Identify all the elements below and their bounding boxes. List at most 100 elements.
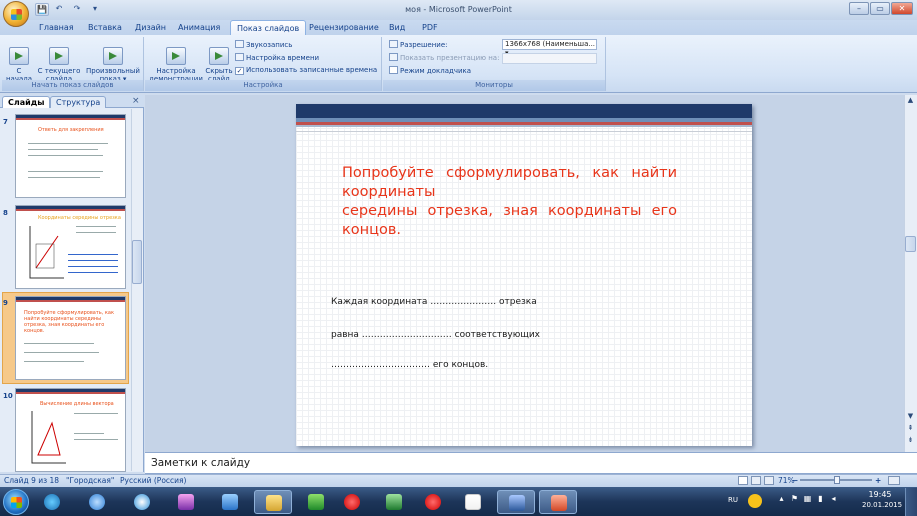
scroll-down-icon[interactable]: ▼ <box>905 411 916 421</box>
clock-date[interactable]: 20.01.2015 <box>862 501 902 509</box>
slide-text-line[interactable]: Каждая координата …………………. отрезка <box>331 297 537 307</box>
tab-review[interactable]: Рецензирование <box>303 20 385 35</box>
tab-slideshow[interactable]: Показ слайдов <box>230 20 307 35</box>
slide-title[interactable]: Попробуйте сформулировать, как найти коо… <box>342 164 677 240</box>
taskbar-app[interactable] <box>33 490 71 514</box>
thumbnail-text <box>28 149 98 150</box>
next-slide-icon[interactable]: ⇟ <box>905 435 916 445</box>
thumbnail-graph <box>29 226 64 279</box>
hide-slide-button[interactable]: Скрыть слайд <box>205 39 233 83</box>
thumbnail-text <box>68 266 118 267</box>
slide-counter: Слайд 9 из 18 <box>4 476 60 485</box>
slide-thumbnail-10[interactable]: Вычисление длины вектора <box>15 388 126 472</box>
pane-close-icon[interactable]: × <box>132 96 140 106</box>
slide-text-line[interactable]: равна ………………………… соответствующих <box>331 330 540 340</box>
sorter-view-icon[interactable] <box>751 476 761 485</box>
network-icon[interactable]: ▦ <box>803 494 812 503</box>
show-on-label: Показать презентацию на: <box>389 53 499 63</box>
slide-thumbnail-9[interactable]: Попробуйте сформулировать, как найти коо… <box>15 296 126 380</box>
from-start-button[interactable]: С начала <box>4 39 34 83</box>
taskbar-app[interactable] <box>297 490 335 514</box>
taskbar-app[interactable] <box>454 490 492 514</box>
thumbnail-title: Вычисление длины вектора <box>40 401 114 407</box>
taskbar-app-powerpoint[interactable] <box>539 490 577 514</box>
thumbnail-number: 8 <box>3 209 8 217</box>
taskbar-app[interactable] <box>375 490 413 514</box>
tab-slides[interactable]: Слайды <box>2 96 51 108</box>
show-desktop-button[interactable] <box>905 488 917 516</box>
maximize-button[interactable]: ▭ <box>870 2 890 15</box>
zoom-in-icon[interactable]: + <box>875 476 881 485</box>
use-timings-checkbox[interactable]: ✓ Использовать записанные времена <box>235 66 377 75</box>
thumbnail-text <box>28 155 103 156</box>
slide-thumbnail-8[interactable]: Координаты середины отрезка <box>15 205 126 289</box>
keyboard-language[interactable]: RU <box>728 496 738 504</box>
taskbar-app[interactable] <box>78 490 116 514</box>
minimize-button[interactable]: – <box>849 2 869 15</box>
tab-view[interactable]: Вид <box>383 20 411 35</box>
slide-canvas[interactable]: Попробуйте сформулировать, как найти коо… <box>296 104 752 446</box>
projector-icon <box>389 53 398 61</box>
slideshow-view-icon[interactable] <box>764 476 774 485</box>
tab-home[interactable]: Главная <box>33 20 80 35</box>
notification-icon[interactable] <box>748 494 762 508</box>
taskbar-app[interactable] <box>211 490 249 514</box>
custom-show-button[interactable]: Произвольный показ ▾ <box>84 39 142 83</box>
ribbon-tabs: Главная Вставка Дизайн Анимация Показ сл… <box>0 20 917 35</box>
taskbar-app[interactable] <box>414 490 452 514</box>
thumbnail-header-bar <box>16 206 125 211</box>
start-button[interactable] <box>3 489 29 515</box>
play-icon <box>9 47 29 65</box>
office-button[interactable] <box>3 1 29 27</box>
normal-view-icon[interactable] <box>738 476 748 485</box>
rehearse-timings-button[interactable]: Настройка времени <box>235 53 319 63</box>
group-label-start: Начать показ слайдов <box>2 80 143 91</box>
tab-design[interactable]: Дизайн <box>129 20 172 35</box>
taskbar-app[interactable] <box>123 490 161 514</box>
checkbox-checked-icon: ✓ <box>235 67 244 75</box>
tab-insert[interactable]: Вставка <box>82 20 128 35</box>
notes-pane[interactable]: Заметки к слайду <box>145 452 917 474</box>
slide-thumbnail-7[interactable]: Ответь для закрепления <box>15 114 126 198</box>
powerpoint-icon <box>551 495 567 511</box>
resolution-select[interactable]: 1366x768 (Наименьша... ▾ <box>502 39 597 57</box>
tab-pdf[interactable]: PDF <box>416 20 444 35</box>
taskbar-app[interactable] <box>497 490 535 514</box>
zoom-out-icon[interactable]: − <box>792 476 798 485</box>
tab-animation[interactable]: Анимация <box>172 20 226 35</box>
presenter-view-checkbox[interactable]: Режим докладчика <box>389 66 471 76</box>
thumbnail-text <box>24 343 94 344</box>
custom-show-icon <box>103 47 123 65</box>
previous-slide-icon[interactable]: ⇞ <box>905 423 916 433</box>
taskbar-app[interactable] <box>254 490 292 514</box>
slides-pane-scroll-thumb[interactable] <box>132 240 142 284</box>
microphone-icon <box>235 40 244 48</box>
folder-icon <box>266 495 282 511</box>
fit-slide-icon[interactable] <box>888 476 900 485</box>
editor-scrollbar[interactable]: ▲ ▼ ⇞ ⇟ <box>904 95 917 452</box>
editor-scroll-thumb[interactable] <box>905 236 916 252</box>
group-setup: Настройка демонстрации Скрыть слайд Звук… <box>145 37 382 91</box>
setup-show-button[interactable]: Настройка демонстрации <box>147 39 205 83</box>
thumbnail-text <box>68 254 118 255</box>
zoom-slider-handle[interactable] <box>834 476 840 484</box>
language-indicator[interactable]: Русский (Россия) <box>120 476 186 485</box>
media-player-icon <box>44 494 60 510</box>
close-button[interactable]: ✕ <box>891 2 913 15</box>
setup-show-icon <box>166 47 186 65</box>
tab-outline[interactable]: Структура <box>50 96 107 108</box>
tray-arrow-icon[interactable]: ▴ <box>777 494 786 503</box>
thumbnail-text <box>28 143 108 144</box>
scroll-up-icon[interactable]: ▲ <box>905 95 916 105</box>
record-narration-button[interactable]: Звукозапись <box>235 40 292 50</box>
taskbar-app[interactable] <box>333 490 371 514</box>
slide-text-line[interactable]: …………………………… его концов. <box>331 360 488 370</box>
volume-icon[interactable]: ◂ <box>829 494 838 503</box>
from-current-button[interactable]: С текущего слайда <box>36 39 82 83</box>
taskbar-app[interactable] <box>167 490 205 514</box>
thumbnail-number: 10 <box>3 392 13 400</box>
slides-pane-scrollbar[interactable] <box>131 109 143 471</box>
flag-icon[interactable]: ⚑ <box>790 494 799 503</box>
signal-icon[interactable]: ▮ <box>816 494 825 503</box>
clock-time[interactable]: 19:45 <box>862 490 898 499</box>
